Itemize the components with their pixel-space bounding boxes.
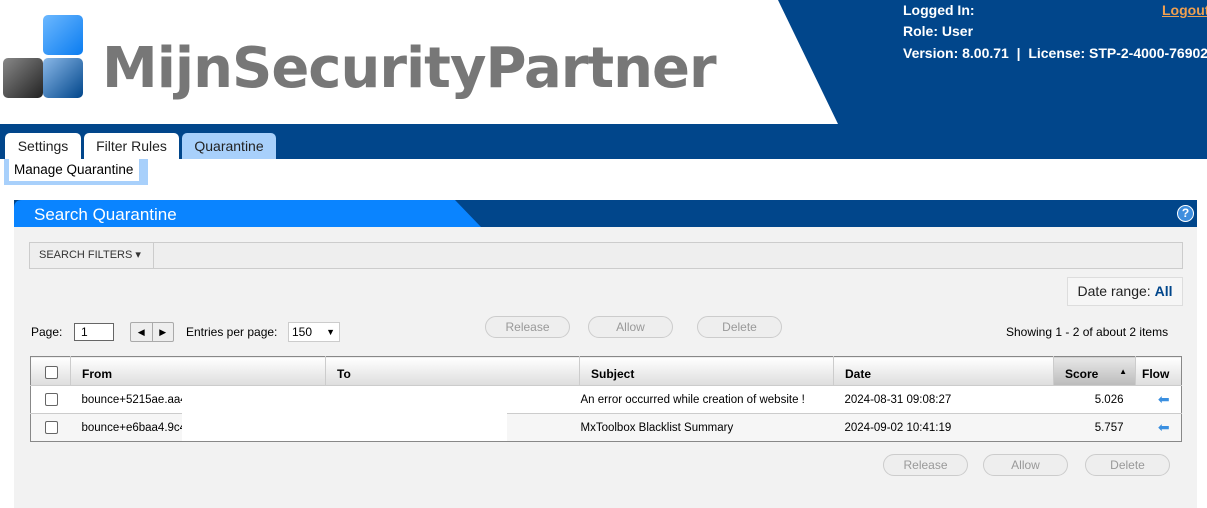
col-flow[interactable]: Flow (1135, 356, 1182, 386)
col-score[interactable]: Score ▲ (1053, 356, 1136, 386)
allow-button-bottom[interactable]: Allow (983, 454, 1068, 476)
delete-button[interactable]: Delete (697, 316, 782, 338)
allow-button[interactable]: Allow (588, 316, 673, 338)
incoming-arrow-icon: ⬅ (1157, 419, 1170, 435)
showing-count: Showing 1 - 2 of about 2 items (1006, 325, 1169, 339)
help-icon[interactable]: ? (1177, 205, 1194, 222)
panel-title: Search Quarantine (34, 205, 177, 224)
entries-select[interactable]: 150 ▼ (288, 322, 340, 342)
col-from[interactable]: From (70, 356, 326, 386)
page-input[interactable] (74, 323, 114, 341)
search-filters-bar: SEARCH FILTERS ▾ (29, 242, 1183, 269)
row-checkbox[interactable] (45, 393, 58, 406)
tab-filter-rules[interactable]: Filter Rules (84, 133, 179, 159)
next-page-button[interactable]: ▶ (153, 323, 174, 341)
tab-settings[interactable]: Settings (5, 133, 81, 159)
logged-in: Logged In: (903, 2, 975, 18)
prev-page-button[interactable]: ◀ (131, 323, 153, 341)
role: Role: User (903, 23, 974, 39)
table-header: From To Subject Date Score ▲ Flow (30, 356, 1182, 386)
tab-quarantine[interactable]: Quarantine (182, 133, 276, 159)
row-checkbox[interactable] (45, 421, 58, 434)
release-button-bottom[interactable]: Release (883, 454, 968, 476)
version-license: Version: 8.00.71 | License: STP-2-4000-7… (903, 45, 1207, 61)
page-label: Page: (31, 325, 63, 339)
release-button[interactable]: Release (485, 316, 570, 338)
date-range[interactable]: Date range: All (1067, 277, 1183, 306)
panel-title-bar (14, 200, 1197, 227)
entries-label: Entries per page: (186, 325, 278, 339)
search-filters-button[interactable]: SEARCH FILTERS ▾ (30, 243, 154, 268)
logout-link[interactable]: Logout (1162, 2, 1207, 18)
submenu-manage-quarantine[interactable]: Manage Quarantine (4, 159, 148, 185)
delete-button-bottom[interactable]: Delete (1085, 454, 1170, 476)
pager-arrows: ◀ ▶ (130, 322, 174, 342)
sort-asc-icon: ▲ (1119, 367, 1127, 376)
chevron-down-icon: ▼ (326, 327, 335, 337)
col-to[interactable]: To (325, 356, 580, 386)
col-date[interactable]: Date (833, 356, 1054, 386)
select-all-checkbox[interactable] (30, 356, 71, 386)
incoming-arrow-icon: ⬅ (1157, 391, 1170, 407)
redacted-area (182, 388, 507, 441)
col-subject[interactable]: Subject (579, 356, 834, 386)
brand-name: MijnSecurityPartner (102, 36, 717, 101)
